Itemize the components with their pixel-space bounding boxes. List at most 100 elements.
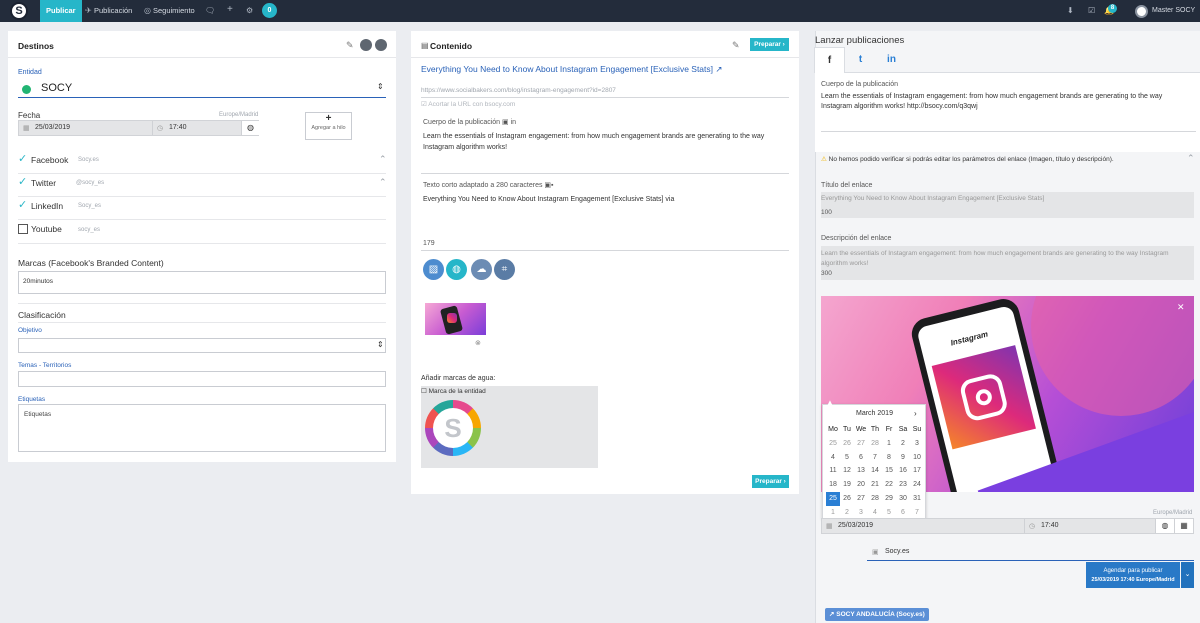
calendar-day[interactable]: 6 [854, 451, 868, 465]
calendar-day[interactable]: 21 [868, 478, 882, 492]
objetivo-select[interactable]: ⇕ [18, 338, 386, 353]
page-select[interactable]: ▣ Socy.es [867, 544, 1194, 561]
url-field[interactable]: https://www.socialbakers.com/blog/instag… [421, 87, 616, 94]
nav-seguimiento[interactable]: Seguimiento [153, 0, 195, 22]
calendar-day[interactable]: 9 [896, 451, 910, 465]
calendar-day[interactable]: 27 [854, 437, 868, 451]
eraser-icon[interactable]: ✎ [346, 40, 354, 51]
calendar-day[interactable]: 3 [910, 437, 924, 451]
calendar-day[interactable]: 30 [896, 492, 910, 506]
calendar-day[interactable]: 23 [896, 478, 910, 492]
calendar-day[interactable]: 12 [840, 464, 854, 478]
entity-watermark-logo[interactable]: S [425, 400, 481, 456]
nav-publicar[interactable]: Publicar [40, 0, 82, 22]
calendar-day[interactable]: 5 [840, 451, 854, 465]
globe-icon[interactable]: ◍ [1155, 519, 1174, 533]
chat-icon[interactable]: 🗨 [205, 6, 215, 15]
network-facebook[interactable]: Facebook [31, 155, 68, 165]
marcas-input[interactable]: 20minutos [18, 271, 386, 294]
network-linkedin[interactable]: LinkedIn [31, 201, 63, 211]
watermark-option[interactable]: ☐ Marca de la entidad [421, 387, 486, 395]
body-text[interactable]: Learn the essentials of Instagram engage… [423, 131, 783, 153]
calendar-day[interactable]: 1 [882, 437, 896, 451]
globe-icon[interactable]: ◍ [241, 121, 259, 135]
calendar-day[interactable]: 25 [826, 491, 840, 506]
tab-twitter-icon[interactable]: t [845, 47, 876, 73]
tab-linkedin-icon[interactable]: in [876, 47, 907, 73]
gear-icon[interactable]: ⚙ [246, 6, 253, 15]
image-upload-icon[interactable]: ▨ [423, 259, 444, 280]
calendar-day[interactable]: 2 [896, 437, 910, 451]
chevron-up-icon[interactable]: ⌃ [1187, 153, 1195, 164]
calendar-day[interactable]: 14 [868, 464, 882, 478]
calendar-day[interactable]: 26 [840, 492, 854, 506]
calendar-day[interactable]: 22 [882, 478, 896, 492]
linkedin-check-icon[interactable]: ✓ [18, 198, 27, 211]
calendar-day[interactable]: 20 [854, 478, 868, 492]
eraser-icon[interactable]: ✎ [732, 40, 740, 51]
app-logo[interactable]: S [10, 2, 28, 20]
facebook-check-icon[interactable]: ✓ [18, 152, 27, 165]
globe-icon[interactable]: ◍ [446, 259, 467, 280]
calendar-icon[interactable]: ▦ [1174, 519, 1193, 533]
crop-icon[interactable]: ⌗ [494, 259, 515, 280]
entity-tag[interactable]: ↗ SOCY ANDALUCÍA (Socy.es) [825, 608, 929, 621]
close-icon[interactable]: ✕ [1177, 302, 1185, 313]
calendar-day[interactable]: 10 [910, 451, 924, 465]
thumbnail-image[interactable] [425, 303, 486, 335]
network-youtube[interactable]: Youtube [31, 224, 62, 234]
calendar-day[interactable]: 27 [854, 492, 868, 506]
entidad-select[interactable]: SOCY ⇕ [18, 79, 386, 98]
download-icon[interactable]: ⬇ [1067, 6, 1074, 15]
date-input[interactable]: 25/03/2019 [35, 124, 70, 131]
calendar-day[interactable]: 4 [826, 451, 840, 465]
tasks-icon[interactable]: ☑ [1088, 6, 1095, 15]
calendar-day[interactable]: 19 [840, 478, 854, 492]
chevron-up-icon[interactable]: ⌃ [379, 154, 387, 165]
calendar-day[interactable]: 29 [882, 492, 896, 506]
prepare-button-bottom[interactable]: Preparar › [752, 475, 789, 488]
preview-body-text[interactable]: Learn the essentials of Instagram engage… [821, 92, 1181, 112]
calendar-day[interactable]: 16 [896, 464, 910, 478]
schedule-publish-button[interactable]: Agendar para publicar 25/03/2019 17:40 E… [1086, 562, 1180, 588]
temas-input[interactable] [18, 371, 386, 387]
calendar-day[interactable]: 18 [826, 478, 840, 492]
calendar-day[interactable]: 11 [826, 464, 840, 478]
nav-publicacion[interactable]: Publicación [94, 0, 132, 22]
add-thread-button[interactable]: + Agregar a hilo [305, 112, 352, 140]
schedule-date-input[interactable]: 25/03/2019 [838, 522, 873, 529]
time-input[interactable]: 17:40 [169, 124, 187, 131]
prepare-button-top[interactable]: Preparar › [750, 38, 789, 51]
calendar-day[interactable]: 7 [868, 451, 882, 465]
calendar-day[interactable]: 8 [882, 451, 896, 465]
schedule-time-input[interactable]: 17:40 [1041, 522, 1059, 529]
tab-facebook-icon[interactable]: f [814, 47, 845, 73]
chevron-up-icon[interactable]: ⌃ [379, 177, 387, 188]
save-template-icon[interactable] [360, 39, 372, 51]
remove-image-icon[interactable]: ⊗ [475, 339, 481, 347]
schedule-options-caret-icon[interactable]: ⌄ [1181, 562, 1194, 588]
calendar-day[interactable]: 26 [840, 437, 854, 451]
next-month-icon[interactable]: › [914, 409, 917, 418]
twitter-check-icon[interactable]: ✓ [18, 175, 27, 188]
shorten-url-option[interactable]: ☑ Acortar la URL con bsocy.com [421, 100, 515, 108]
network-twitter[interactable]: Twitter [31, 178, 56, 188]
calendar-day[interactable]: 28 [868, 437, 882, 451]
youtube-checkbox[interactable] [18, 224, 28, 234]
link-desc-field[interactable]: Learn the essentials of Instagram engage… [821, 246, 1194, 280]
user-avatar[interactable] [1135, 5, 1148, 18]
link-title[interactable]: Everything You Need to Know About Instag… [421, 64, 723, 75]
calendar-day[interactable]: 13 [854, 464, 868, 478]
calendar-day[interactable]: 31 [910, 492, 924, 506]
calendar-day[interactable]: 25 [826, 437, 840, 451]
calendar-day[interactable]: 17 [910, 464, 924, 478]
plus-icon[interactable]: + [227, 4, 233, 15]
etiquetas-input[interactable]: Etiquetas [18, 404, 386, 452]
calendar-day[interactable]: 28 [868, 492, 882, 506]
link-title-field[interactable]: Everything You Need to Know About Instag… [821, 192, 1194, 218]
short-text[interactable]: Everything You Need to Know About Instag… [423, 196, 674, 203]
calendar-day[interactable]: 24 [910, 478, 924, 492]
folder-icon[interactable] [375, 39, 387, 51]
calendar-day[interactable]: 15 [882, 464, 896, 478]
pending-count-badge[interactable]: 0 [262, 3, 277, 18]
